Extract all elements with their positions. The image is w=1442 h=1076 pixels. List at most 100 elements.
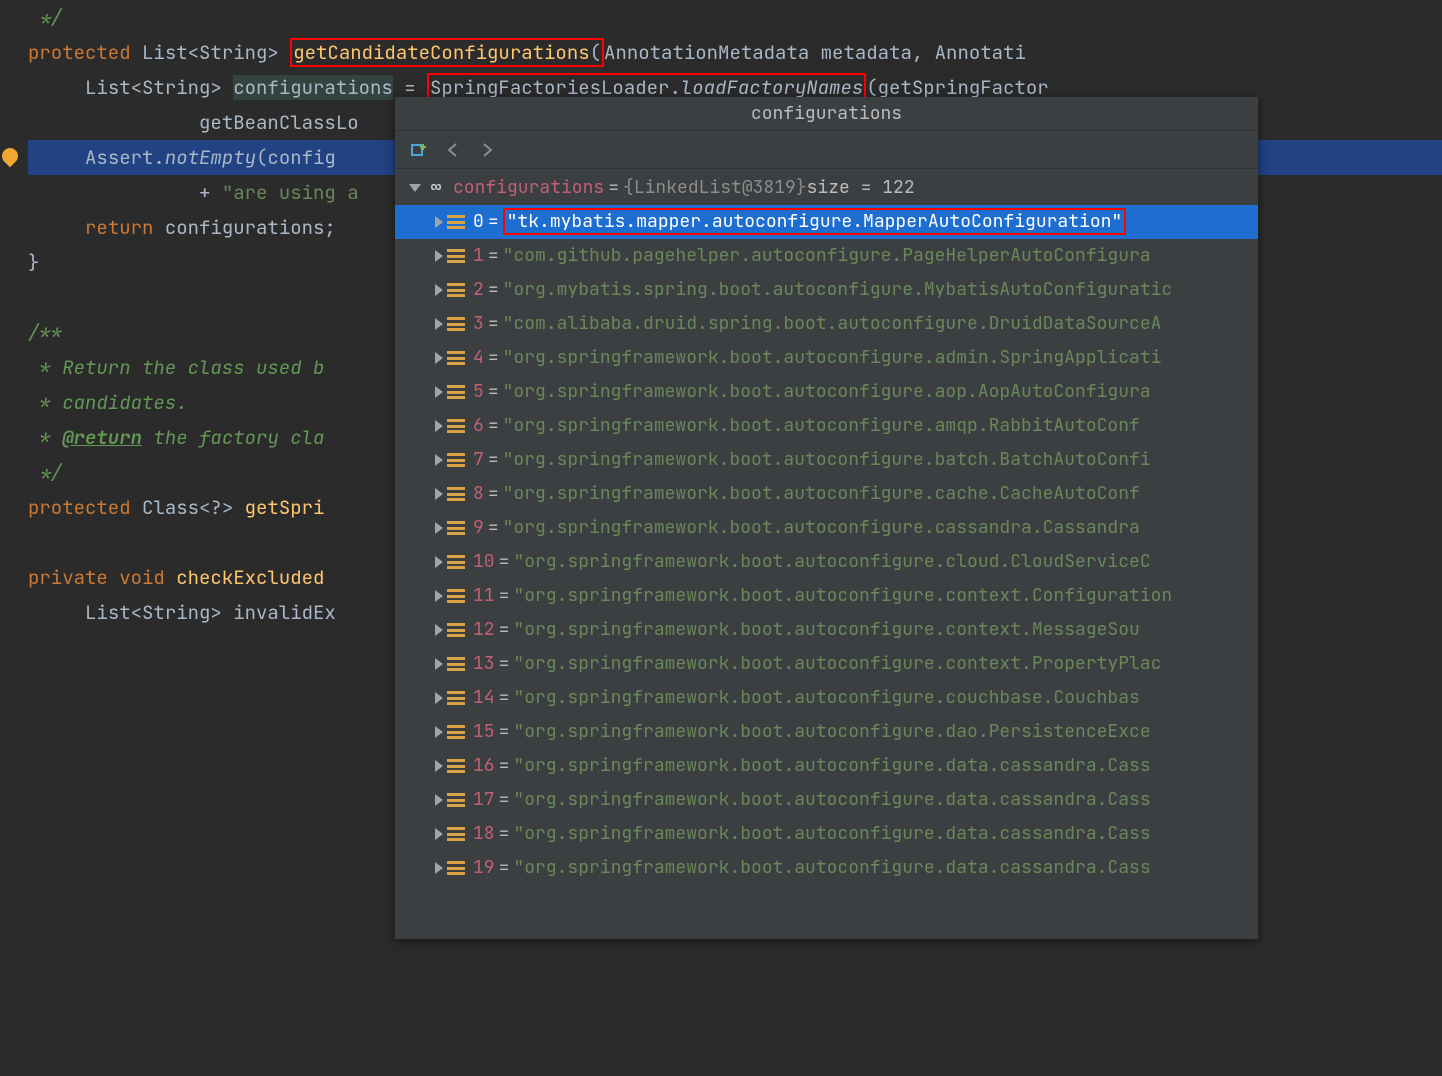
variable-tree[interactable]: ∞ configurations = {LinkedList@3819} siz… [395,169,1258,939]
tree-item-row[interactable]: 5 = "org.springframework.boot.autoconfig… [395,375,1258,409]
expand-arrow-right-icon[interactable] [435,862,443,874]
item-value: "org.springframework.boot.autoconfigure.… [503,409,1140,443]
list-element-icon [447,861,465,875]
item-value: "org.springframework.boot.autoconfigure.… [513,647,1161,681]
item-eq: = [499,579,510,613]
javadoc-return-tag: @return [62,425,142,450]
expand-arrow-right-icon[interactable] [435,250,443,262]
item-index: 19 [473,851,495,885]
list-element-icon [447,487,465,501]
expand-arrow-right-icon[interactable] [435,386,443,398]
expand-arrow-right-icon[interactable] [435,760,443,772]
expand-arrow-right-icon[interactable] [435,828,443,840]
assert-class: Assert. [85,145,165,170]
root-var-name: configurations [453,171,604,205]
item-index: 5 [473,375,484,409]
tree-item-row[interactable]: 18 = "org.springframework.boot.autoconfi… [395,817,1258,851]
item-eq: = [488,205,499,239]
nav-forward-icon[interactable] [477,140,497,160]
item-eq: = [499,613,510,647]
expand-arrow-right-icon[interactable] [435,454,443,466]
item-value: "tk.mybatis.mapper.autoconfigure.MapperA… [503,205,1127,239]
method-checkExcluded: checkExcluded [176,565,324,590]
tree-item-row[interactable]: 9 = "org.springframework.boot.autoconfig… [395,511,1258,545]
var-configurations: configurations [233,75,393,100]
item-eq: = [488,477,499,511]
item-eq: = [488,409,499,443]
javadoc-close: */ [28,460,62,485]
tree-item-row[interactable]: 11 = "org.springframework.boot.autoconfi… [395,579,1258,613]
list-element-icon [447,351,465,365]
expand-arrow-right-icon[interactable] [435,522,443,534]
notEmpty-call: notEmpty [165,145,256,170]
list-element-icon [447,623,465,637]
tree-item-row[interactable]: 12 = "org.springframework.boot.autoconfi… [395,613,1258,647]
tree-root-row[interactable]: ∞ configurations = {LinkedList@3819} siz… [395,171,1258,205]
kw-protected2: protected [28,495,131,520]
item-value: "com.github.pagehelper.autoconfigure.Pag… [503,239,1151,273]
root-obj: {LinkedList@3819} [623,171,807,205]
list-element-icon [447,759,465,773]
list-element-icon [447,283,465,297]
tree-item-row[interactable]: 16 = "org.springframework.boot.autoconfi… [395,749,1258,783]
tree-item-row[interactable]: 13 = "org.springframework.boot.autoconfi… [395,647,1258,681]
expand-arrow-right-icon[interactable] [435,352,443,364]
line-invalidEx: List<String> invalidEx [85,600,336,625]
item-value: "org.springframework.boot.autoconfigure.… [513,783,1150,817]
tree-item-row[interactable]: 6 = "org.springframework.boot.autoconfig… [395,409,1258,443]
tree-item-row[interactable]: 1 = "com.github.pagehelper.autoconfigure… [395,239,1258,273]
new-watch-icon[interactable] [409,140,429,160]
expand-arrow-right-icon[interactable] [435,216,443,228]
item-index: 1 [473,239,484,273]
item-eq: = [488,375,499,409]
list-element-icon [447,419,465,433]
expand-arrow-right-icon[interactable] [435,794,443,806]
item-index: 9 [473,511,484,545]
list-element-icon [447,827,465,841]
expand-arrow-right-icon[interactable] [435,590,443,602]
expand-arrow-right-icon[interactable] [435,556,443,568]
tree-item-row[interactable]: 10 = "org.springframework.boot.autoconfi… [395,545,1258,579]
tree-item-row[interactable]: 3 = "com.alibaba.druid.spring.boot.autoc… [395,307,1258,341]
tree-item-row[interactable]: 4 = "org.springframework.boot.autoconfig… [395,341,1258,375]
item-eq: = [499,783,510,817]
tree-item-row[interactable]: 2 = "org.mybatis.spring.boot.autoconfigu… [395,273,1258,307]
expand-arrow-right-icon[interactable] [435,318,443,330]
debugger-evaluate-popup: configurations ∞ configurations = {Linke… [395,97,1258,939]
comment-end: */ [28,5,62,30]
line-getBeanClassLoader: getBeanClassLo [199,110,359,135]
nav-back-icon[interactable] [443,140,463,160]
closing-brace: } [28,250,39,275]
javadoc-line2: * candidates. [28,390,188,415]
javadoc-line1: * Return the class used b [28,355,324,380]
tree-item-row[interactable]: 14 = "org.springframework.boot.autoconfi… [395,681,1258,715]
expand-arrow-right-icon[interactable] [435,488,443,500]
item-value: "org.springframework.boot.autoconfigure.… [513,817,1150,851]
expand-arrow-right-icon[interactable] [435,658,443,670]
item-index: 16 [473,749,495,783]
item-value: "org.springframework.boot.autoconfigure.… [503,341,1162,375]
expand-arrow-right-icon[interactable] [435,284,443,296]
expand-arrow-right-icon[interactable] [435,420,443,432]
item-eq: = [499,851,510,885]
expand-arrow-right-icon[interactable] [435,624,443,636]
root-eq: = [608,171,619,205]
expand-arrow-right-icon[interactable] [435,692,443,704]
tree-item-row[interactable]: 15 = "org.springframework.boot.autoconfi… [395,715,1258,749]
expand-arrow-down-icon[interactable] [409,184,421,192]
tree-item-row[interactable]: 0 = "tk.mybatis.mapper.autoconfigure.Map… [395,205,1258,239]
kw-protected: protected [28,40,131,65]
expand-arrow-right-icon[interactable] [435,726,443,738]
string-literal: "are using a [222,180,359,205]
tree-item-row[interactable]: 19 = "org.springframework.boot.autoconfi… [395,851,1258,885]
tree-item-row[interactable]: 7 = "org.springframework.boot.autoconfig… [395,443,1258,477]
item-value: "org.springframework.boot.autoconfigure.… [503,511,1140,545]
list-element-icon [447,589,465,603]
tree-item-row[interactable]: 8 = "org.springframework.boot.autoconfig… [395,477,1258,511]
tree-item-row[interactable]: 17 = "org.springframework.boot.autoconfi… [395,783,1258,817]
item-value: "org.springframework.boot.autoconfigure.… [503,375,1151,409]
item-value: "org.springframework.boot.autoconfigure.… [513,613,1139,647]
item-index: 0 [473,205,484,239]
item-index: 3 [473,307,484,341]
item-eq: = [499,647,510,681]
